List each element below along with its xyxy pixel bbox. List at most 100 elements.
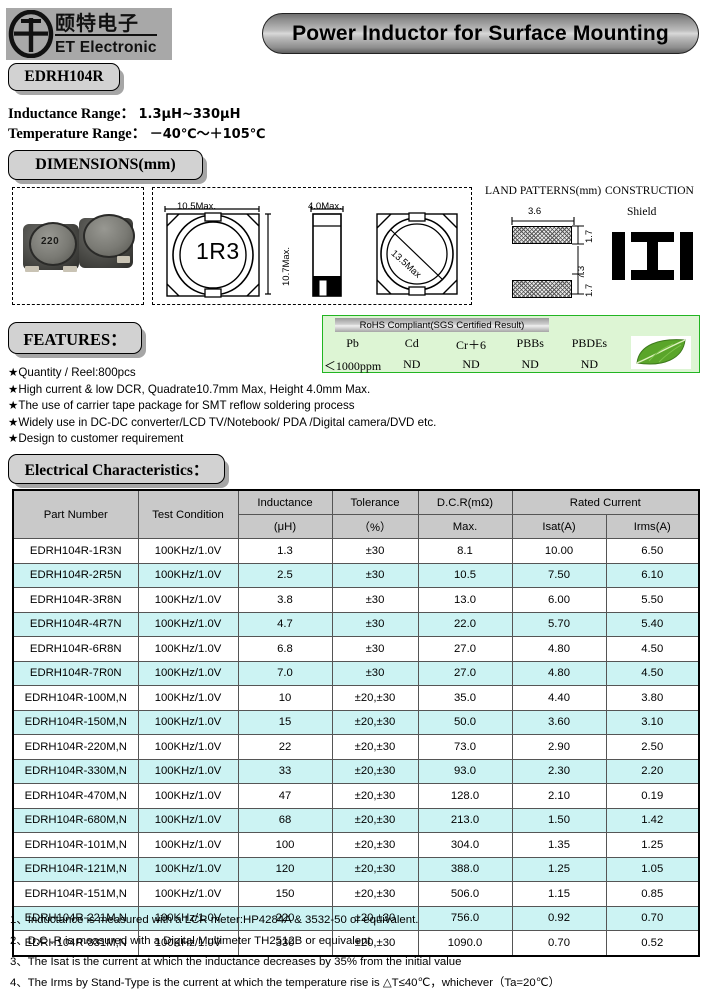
cell-dcr: 213.0 <box>418 808 512 833</box>
cell-part-number: EDRH104R-150M,N <box>13 710 138 735</box>
temperature-range-line: Temperature Range： －40℃～＋105℃ <box>8 122 265 143</box>
rohs-substance: Pb <box>323 334 382 355</box>
rohs-substance: Cd <box>382 334 441 355</box>
cell-dcr: 10.5 <box>418 563 512 588</box>
rohs-bar-title: RoHS Compliant(SGS Certified Result) <box>360 320 525 331</box>
cell-irms: 0.19 <box>606 784 699 809</box>
cell-irms: 2.20 <box>606 759 699 784</box>
col-part-number: Part Number <box>13 490 138 539</box>
notes-list: 1、Inductance is measured with a LCR mete… <box>10 910 700 994</box>
green-leaf-badge <box>631 336 691 369</box>
col-tolerance-unit: （%） <box>332 515 418 539</box>
logo-wordmark: 颐特电子 ET Electronic <box>55 13 157 56</box>
cell-part-number: EDRH104R-151M,N <box>13 882 138 907</box>
construction-right-bar <box>680 232 693 280</box>
electrical-characteristics-label: Electrical Characteristics： <box>25 458 209 480</box>
cell-dcr: 93.0 <box>418 759 512 784</box>
cell-part-number: EDRH104R-101M,N <box>13 833 138 858</box>
logo-english-name: ET Electronic <box>55 40 157 56</box>
cell-part-number: EDRH104R-330M,N <box>13 759 138 784</box>
inductor-photo-left-tab-b <box>63 266 77 272</box>
col-test-condition: Test Condition <box>138 490 238 539</box>
cell-part-number: EDRH104R-220M,N <box>13 735 138 760</box>
note-item: 1、Inductance is measured with a LCR mete… <box>10 910 700 931</box>
note-item: 3、The Isat is the current at which the i… <box>10 952 700 973</box>
cell-inductance: 120 <box>238 857 332 882</box>
cell-tolerance: ±30 <box>332 588 418 613</box>
inductor-photo-left-tab-a <box>25 266 39 272</box>
cell-tolerance: ±30 <box>332 539 418 564</box>
side-view-drawing <box>303 204 353 300</box>
inductance-range-line: Inductance Range： 1.3μH~330μH <box>8 102 240 123</box>
col-isat: Isat(A) <box>512 515 606 539</box>
col-dcr: D.C.R(mΩ) <box>418 490 512 515</box>
cell-irms: 6.10 <box>606 563 699 588</box>
cell-irms: 1.42 <box>606 808 699 833</box>
cell-tolerance: ±20,±30 <box>332 857 418 882</box>
cell-inductance: 150 <box>238 882 332 907</box>
feature-item: ★High current & low DCR, Quadrate10.7mm … <box>8 382 478 399</box>
cell-part-number: EDRH104R-470M,N <box>13 784 138 809</box>
cell-test-condition: 100KHz/1.0V <box>138 735 238 760</box>
page-title: Power Inductor for Surface Mounting <box>292 22 669 46</box>
temperature-range-label: Temperature Range： <box>8 126 146 142</box>
inductance-range-label: Inductance Range： <box>8 106 135 122</box>
cell-dcr: 73.0 <box>418 735 512 760</box>
table-row: EDRH104R-100M,N100KHz/1.0V10±20,±3035.04… <box>13 686 699 711</box>
cell-isat: 4.80 <box>512 661 606 686</box>
table-header: Part Number Test Condition Inductance To… <box>13 490 699 539</box>
cell-test-condition: 100KHz/1.0V <box>138 833 238 858</box>
table-row: EDRH104R-2R5N100KHz/1.0V2.5±3010.57.506.… <box>13 563 699 588</box>
cell-isat: 6.00 <box>512 588 606 613</box>
cell-tolerance: ±30 <box>332 637 418 662</box>
cell-inductance: 2.5 <box>238 563 332 588</box>
cell-tolerance: ±20,±30 <box>332 759 418 784</box>
cell-test-condition: 100KHz/1.0V <box>138 563 238 588</box>
table-row: EDRH104R-4R7N100KHz/1.0V4.7±3022.05.705.… <box>13 612 699 637</box>
cell-tolerance: ±20,±30 <box>332 833 418 858</box>
cell-test-condition: 100KHz/1.0V <box>138 784 238 809</box>
rohs-substance: PBDEs <box>560 334 619 355</box>
cell-test-condition: 100KHz/1.0V <box>138 882 238 907</box>
cell-isat: 10.00 <box>512 539 606 564</box>
cell-isat: 1.50 <box>512 808 606 833</box>
mechanical-drawing-box: 10.5Max. 10.7Max. 1R3 4.0Max. 13.5Max <box>152 187 472 305</box>
cell-dcr: 8.1 <box>418 539 512 564</box>
cell-tolerance: ±20,±30 <box>332 808 418 833</box>
table-row: EDRH104R-101M,N100KHz/1.0V100±20,±30304.… <box>13 833 699 858</box>
cell-test-condition: 100KHz/1.0V <box>138 857 238 882</box>
cell-part-number: EDRH104R-3R8N <box>13 588 138 613</box>
col-inductance: Inductance <box>238 490 332 515</box>
cell-part-number: EDRH104R-4R7N <box>13 612 138 637</box>
table-row: EDRH104R-121M,N100KHz/1.0V120±20,±30388.… <box>13 857 699 882</box>
cell-dcr: 35.0 <box>418 686 512 711</box>
electrical-characteristics-table: Part Number Test Condition Inductance To… <box>12 489 700 957</box>
electrical-characteristics-badge: Electrical Characteristics： <box>8 454 225 484</box>
cell-isat: 1.25 <box>512 857 606 882</box>
cell-irms: 4.50 <box>606 661 699 686</box>
feature-item: ★Quantity / Reel:800pcs <box>8 365 478 382</box>
col-inductance-unit: (μH) <box>238 515 332 539</box>
features-section-label: FEATURES： <box>23 326 126 350</box>
cell-test-condition: 100KHz/1.0V <box>138 637 238 662</box>
cell-test-condition: 100KHz/1.0V <box>138 539 238 564</box>
product-photo: 220 <box>12 187 144 305</box>
inductance-range-value: 1.3μH~330μH <box>139 107 241 122</box>
land-span-dimension-line <box>570 224 590 298</box>
table-row: EDRH104R-7R0N100KHz/1.0V7.0±3027.04.804.… <box>13 661 699 686</box>
cell-dcr: 506.0 <box>418 882 512 907</box>
construction-shield-label: Shield <box>627 206 656 218</box>
cell-part-number: EDRH104R-2R5N <box>13 563 138 588</box>
leaf-icon <box>633 337 689 368</box>
table-row: EDRH104R-330M,N100KHz/1.0V33±20,±3093.02… <box>13 759 699 784</box>
cell-inductance: 6.8 <box>238 637 332 662</box>
cell-irms: 1.05 <box>606 857 699 882</box>
cell-tolerance: ±30 <box>332 612 418 637</box>
cell-isat: 5.70 <box>512 612 606 637</box>
construction-core-bottom <box>631 270 674 280</box>
cell-test-condition: 100KHz/1.0V <box>138 808 238 833</box>
inductor-photo-marking: 220 <box>41 236 59 247</box>
cell-part-number: EDRH104R-680M,N <box>13 808 138 833</box>
cell-inductance: 10 <box>238 686 332 711</box>
col-irms: Irms(A) <box>606 515 699 539</box>
